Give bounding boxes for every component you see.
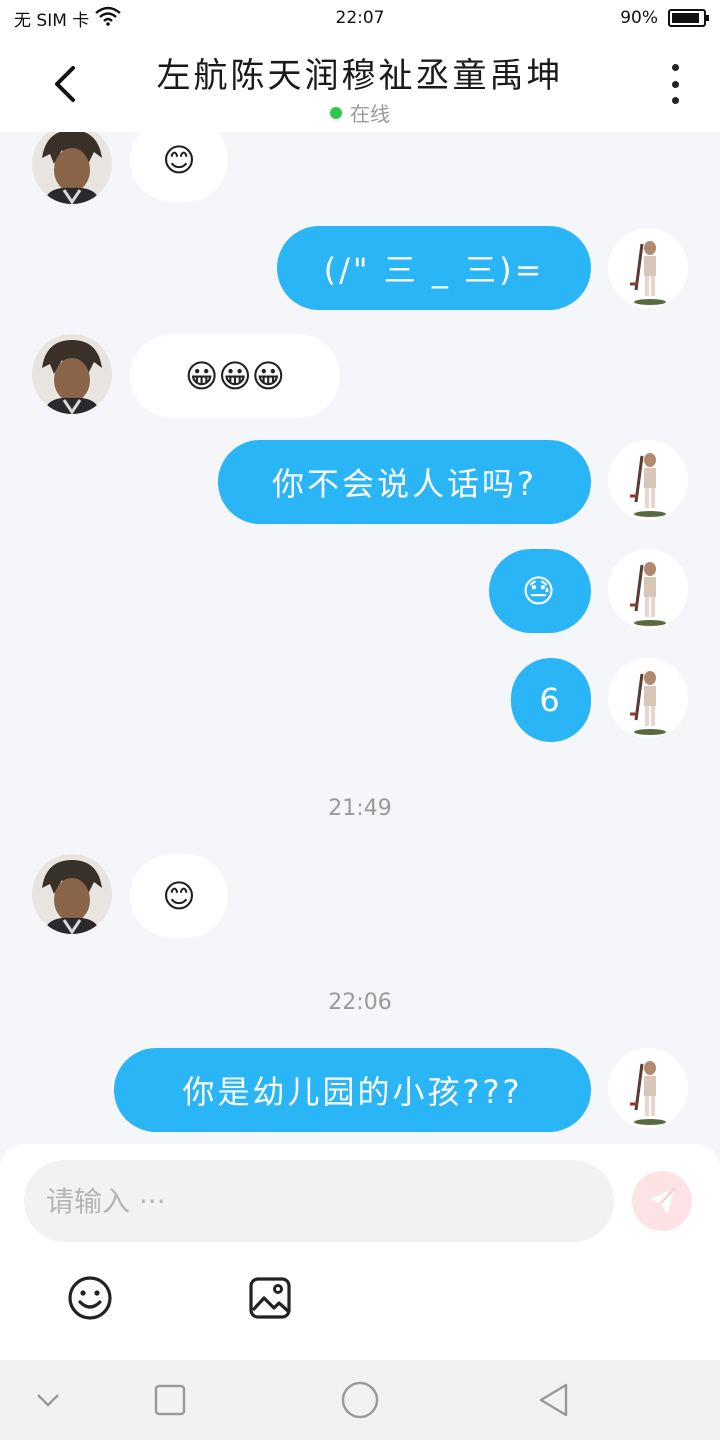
more-dot-icon: [671, 80, 679, 88]
my-avatar[interactable]: [608, 1048, 688, 1128]
message-bubble-outgoing[interactable]: (/" 三 _ 三)=: [277, 226, 591, 310]
message-text: 6: [539, 681, 563, 719]
timestamp: 21:49: [328, 796, 392, 821]
contact-avatar[interactable]: [32, 334, 112, 414]
message-bubble-incoming[interactable]: 😀😀😀: [130, 334, 340, 418]
timestamp: 22:06: [328, 990, 392, 1015]
message-text: 😊: [162, 141, 196, 179]
my-avatar[interactable]: [608, 549, 688, 629]
message-bubble-incoming[interactable]: 😊: [130, 132, 228, 202]
message-input[interactable]: [24, 1160, 614, 1242]
image-icon: [249, 1277, 291, 1319]
square-icon[interactable]: [148, 1378, 192, 1422]
message-text: 你不会说人话吗?: [272, 465, 537, 503]
message-text: 😓: [521, 572, 559, 610]
contact-avatar[interactable]: [32, 132, 112, 204]
contact-avatar[interactable]: [32, 854, 112, 934]
more-dot-icon: [671, 64, 679, 71]
message-bubble-outgoing[interactable]: 你不会说人话吗?: [218, 440, 591, 524]
message-text: 😊: [162, 877, 196, 915]
message-bubble-incoming[interactable]: 😊: [130, 854, 228, 938]
message-list[interactable]: 😊 (/" 三 _ 三)= 😀😀😀 你不会说人话吗? 😓 6 21:49 😊 2…: [0, 132, 720, 1144]
send-button[interactable]: [632, 1171, 692, 1231]
more-dot-icon: [671, 97, 679, 104]
triangle-back-icon[interactable]: [532, 1378, 576, 1422]
circle-icon[interactable]: [338, 1378, 382, 1422]
message-bubble-outgoing[interactable]: 你是幼儿园的小孩???: [114, 1048, 591, 1132]
online-dot-icon: [330, 106, 342, 119]
my-avatar[interactable]: [608, 440, 688, 520]
contact-name: 左航陈天润穆祉丞童禹坤: [156, 56, 564, 96]
message-text: 你是幼儿园的小孩???: [182, 1073, 523, 1111]
battery-icon: [668, 9, 709, 27]
chat-header: 左航陈天润穆祉丞童禹坤 在线: [0, 36, 720, 132]
more-options-button[interactable]: [660, 64, 690, 104]
paper-plane-icon: [649, 1187, 676, 1214]
status-bar: 无 SIM 卡 22:07 90%: [0, 0, 720, 36]
clock: 22:07: [335, 8, 385, 28]
online-status: 在线: [0, 98, 720, 127]
online-label: 在线: [350, 102, 390, 126]
message-text: 😀😀😀: [184, 357, 286, 395]
chevron-down-icon[interactable]: [26, 1378, 70, 1422]
message-composer: [0, 1144, 720, 1360]
message-bubble-outgoing[interactable]: 😓: [489, 549, 591, 633]
message-text: (/" 三 _ 三)=: [323, 251, 545, 289]
message-bubble-outgoing[interactable]: 6: [511, 658, 591, 742]
image-button[interactable]: [244, 1272, 296, 1324]
system-nav-bar: [0, 1360, 720, 1440]
chat-screen: 无 SIM 卡 22:07 90% 左航陈天润穆祉丞童禹坤 在线 😊 (/" 三…: [0, 0, 720, 1440]
smiley-icon: [68, 1276, 112, 1320]
my-avatar[interactable]: [608, 658, 688, 738]
my-avatar[interactable]: [608, 228, 688, 308]
emoji-button[interactable]: [64, 1272, 116, 1324]
